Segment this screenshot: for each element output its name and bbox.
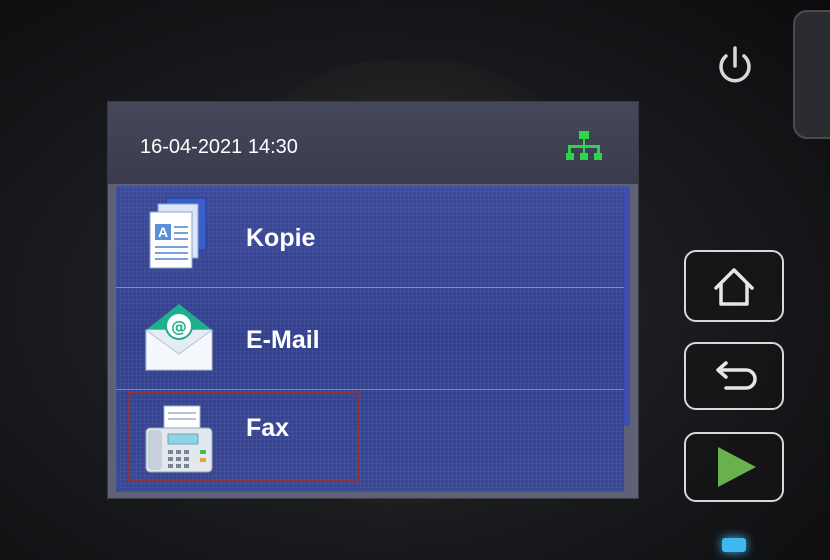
power-icon [719,46,751,83]
copy-document-icon: A [149,197,207,269]
svg-text:@: @ [171,317,187,336]
home-button[interactable] [684,250,784,322]
menu-item-label: E-Mail [246,326,320,354]
power-button[interactable] [712,44,758,90]
start-button[interactable] [684,432,784,502]
network-icon [566,131,602,160]
printer-control-panel: 16-04-2021 14:30 A Kopie @ E-Mail Fax [0,0,830,560]
scrollbar[interactable] [624,186,630,426]
svg-text:A: A [158,224,168,240]
side-panel-edge [793,10,830,139]
back-button[interactable] [684,342,784,410]
menu-item-label: Kopie [246,224,316,252]
selection-highlight [128,392,360,482]
home-icon [714,268,754,306]
menu-item-email[interactable]: @ E-Mail [116,288,624,389]
function-menu-list: A Kopie @ E-Mail Fax [116,186,624,492]
play-start-icon [718,447,756,487]
status-led [722,538,746,552]
back-arrow-icon [716,361,757,390]
touch-screen: 16-04-2021 14:30 A Kopie @ E-Mail Fax [108,102,638,498]
date-time: 16-04-2021 14:30 [140,136,298,158]
email-envelope-icon: @ [145,304,213,371]
menu-item-kopie[interactable]: A Kopie [116,186,624,287]
status-bar: 16-04-2021 14:30 [108,102,638,184]
